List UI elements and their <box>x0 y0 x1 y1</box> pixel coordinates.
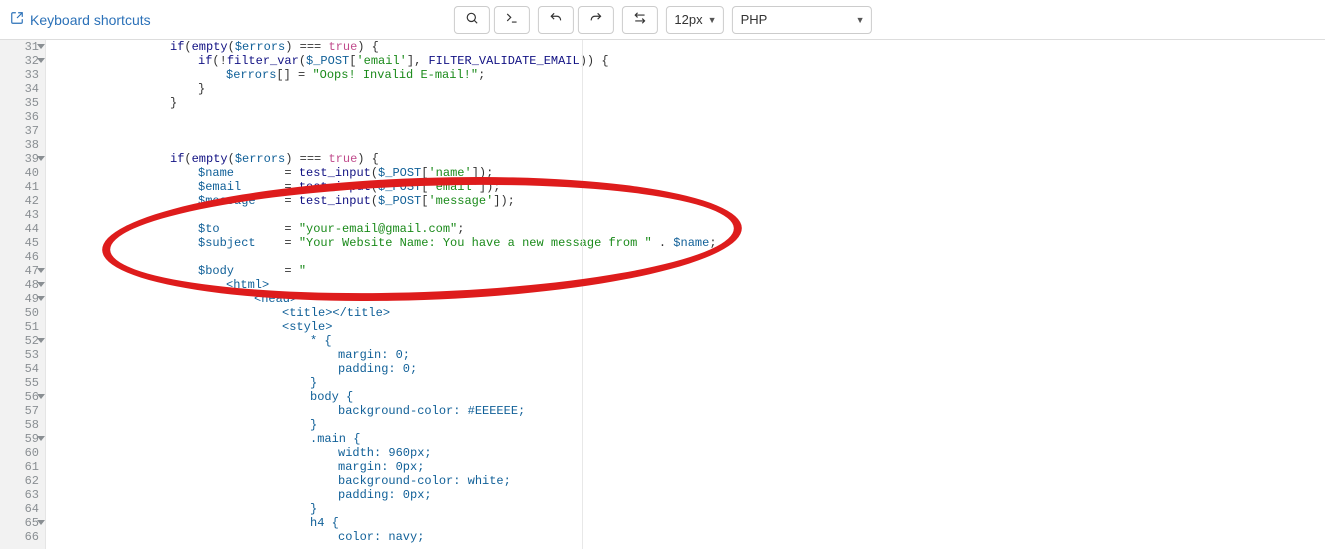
swap-button[interactable] <box>621 6 657 34</box>
line-number: 36 <box>0 110 45 124</box>
line-number: 59 <box>0 432 45 446</box>
line-number: 64 <box>0 502 45 516</box>
code-line[interactable]: $subject = "Your Website Name: You have … <box>54 236 1325 250</box>
code-line[interactable]: background-color: white; <box>54 474 1325 488</box>
line-number: 34 <box>0 82 45 96</box>
code-line[interactable]: padding: 0; <box>54 362 1325 376</box>
line-number: 53 <box>0 348 45 362</box>
line-number: 35 <box>0 96 45 110</box>
code-line[interactable]: <head> <box>54 292 1325 306</box>
line-number: 47 <box>0 264 45 278</box>
code-line[interactable]: width: 960px; <box>54 446 1325 460</box>
keyboard-shortcuts-link[interactable]: Keyboard shortcuts <box>10 11 151 28</box>
line-number: 55 <box>0 376 45 390</box>
line-number: 56 <box>0 390 45 404</box>
search-icon <box>464 11 478 28</box>
code-line[interactable] <box>54 124 1325 138</box>
toolbar: Keyboard shortcuts <box>0 0 1325 40</box>
line-number: 54 <box>0 362 45 376</box>
code-line[interactable]: $to = "your-email@gmail.com"; <box>54 222 1325 236</box>
line-number: 61 <box>0 460 45 474</box>
code-line[interactable]: <style> <box>54 320 1325 334</box>
code-line[interactable]: } <box>54 418 1325 432</box>
line-number: 40 <box>0 166 45 180</box>
code-line[interactable]: margin: 0px; <box>54 460 1325 474</box>
keyboard-shortcuts-label: Keyboard shortcuts <box>30 12 151 28</box>
line-number: 43 <box>0 208 45 222</box>
editor: 3132333435363738394041424344454647484950… <box>0 40 1325 549</box>
line-number: 52 <box>0 334 45 348</box>
line-number: 48 <box>0 278 45 292</box>
line-number: 41 <box>0 180 45 194</box>
undo-button[interactable] <box>537 6 573 34</box>
line-number: 31 <box>0 40 45 54</box>
line-number: 57 <box>0 404 45 418</box>
language-value: PHP <box>741 12 768 27</box>
code-line[interactable]: } <box>54 376 1325 390</box>
code-line[interactable] <box>54 138 1325 152</box>
line-number: 58 <box>0 418 45 432</box>
code-line[interactable]: .main { <box>54 432 1325 446</box>
line-number: 62 <box>0 474 45 488</box>
code-line[interactable]: padding: 0px; <box>54 488 1325 502</box>
code-line[interactable]: } <box>54 502 1325 516</box>
terminal-icon <box>504 11 518 28</box>
code-line[interactable]: h4 { <box>54 516 1325 530</box>
code-line[interactable]: <title></title> <box>54 306 1325 320</box>
redo-icon <box>588 11 602 28</box>
code-line[interactable]: if(!filter_var($_POST['email'], FILTER_V… <box>54 54 1325 68</box>
line-number: 60 <box>0 446 45 460</box>
code-line[interactable]: background-color: #EEEEEE; <box>54 404 1325 418</box>
terminal-button[interactable] <box>493 6 529 34</box>
line-number: 66 <box>0 530 45 544</box>
code-line[interactable]: if(empty($errors) === true) { <box>54 40 1325 54</box>
code-line[interactable]: <html> <box>54 278 1325 292</box>
language-select[interactable]: PHP <box>732 6 872 34</box>
code-line[interactable]: if(empty($errors) === true) { <box>54 152 1325 166</box>
arrows-horizontal-icon <box>632 11 646 28</box>
toolbar-center: 12px PHP <box>453 6 871 34</box>
code-line[interactable]: } <box>54 82 1325 96</box>
code-line[interactable]: body { <box>54 390 1325 404</box>
line-number: 49 <box>0 292 45 306</box>
code-line[interactable]: * { <box>54 334 1325 348</box>
undo-icon <box>548 11 562 28</box>
line-number: 46 <box>0 250 45 264</box>
line-number: 65 <box>0 516 45 530</box>
line-number: 38 <box>0 138 45 152</box>
redo-button[interactable] <box>577 6 613 34</box>
font-size-value: 12px <box>674 12 702 27</box>
line-number: 33 <box>0 68 45 82</box>
line-number: 45 <box>0 236 45 250</box>
line-number: 63 <box>0 488 45 502</box>
code-line[interactable] <box>54 110 1325 124</box>
external-link-icon <box>10 11 24 28</box>
line-number: 39 <box>0 152 45 166</box>
line-number: 44 <box>0 222 45 236</box>
line-number: 50 <box>0 306 45 320</box>
line-number: 32 <box>0 54 45 68</box>
code-line[interactable] <box>54 250 1325 264</box>
search-button[interactable] <box>453 6 489 34</box>
code-line[interactable]: $name = test_input($_POST['name']); <box>54 166 1325 180</box>
line-number-gutter: 3132333435363738394041424344454647484950… <box>0 40 46 549</box>
code-pane[interactable]: if(empty($errors) === true) {if(!filter_… <box>46 40 1325 549</box>
code-line[interactable]: margin: 0; <box>54 348 1325 362</box>
code-line[interactable]: } <box>54 96 1325 110</box>
line-number: 51 <box>0 320 45 334</box>
code-line[interactable] <box>54 208 1325 222</box>
code-line[interactable]: $body = " <box>54 264 1325 278</box>
line-number: 42 <box>0 194 45 208</box>
font-size-select[interactable]: 12px <box>665 6 723 34</box>
line-number: 37 <box>0 124 45 138</box>
code-line[interactable]: $message = test_input($_POST['message'])… <box>54 194 1325 208</box>
code-line[interactable]: $errors[] = "Oops! Invalid E-mail!"; <box>54 68 1325 82</box>
code-line[interactable]: color: navy; <box>54 530 1325 544</box>
code-line[interactable]: $email = test_input($_POST['email']); <box>54 180 1325 194</box>
